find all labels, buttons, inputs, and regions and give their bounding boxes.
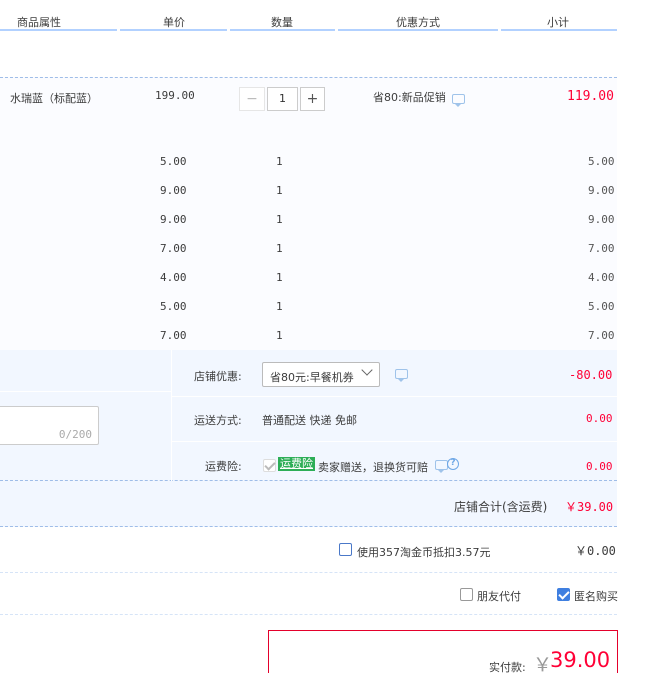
pay-label: 实付款:	[489, 661, 526, 673]
insurance-label: 运费险:	[205, 460, 242, 473]
subitem-subtotal: 7.00	[588, 242, 615, 255]
header-attr: 商品属性	[17, 16, 61, 29]
shipping-amount: 0.00	[586, 412, 613, 425]
coins-label: 使用357淘金币抵扣3.57元	[357, 546, 491, 559]
header-qty: 数量	[271, 16, 293, 29]
insurance-checkbox[interactable]	[263, 459, 276, 472]
friend-pay-checkbox[interactable]	[460, 588, 473, 601]
subitem-qty: 1	[276, 184, 283, 197]
divider	[0, 572, 617, 573]
subitem-price: 9.00	[160, 184, 187, 197]
qty-input[interactable]: 1	[267, 87, 298, 111]
header-discount: 优惠方式	[396, 16, 440, 29]
column-divider	[171, 350, 172, 481]
coins-checkbox[interactable]	[339, 543, 352, 556]
subitem-subtotal: 4.00	[588, 271, 615, 284]
shop-discount-select-value: 省80元:早餐机券	[270, 371, 354, 384]
header-separator	[335, 29, 338, 31]
subitem-subtotal: 9.00	[588, 184, 615, 197]
shop-total-label: 店铺合计(含运费)	[454, 500, 548, 514]
help-icon[interactable]: ?	[447, 458, 459, 470]
header-separator	[498, 29, 501, 31]
subitem-price: 5.00	[160, 300, 187, 313]
coins-value: ￥0.00	[575, 544, 616, 558]
row-divider	[172, 396, 617, 397]
subitem-qty: 1	[276, 271, 283, 284]
qty-minus-button[interactable]: −	[239, 87, 265, 111]
qty-plus-button[interactable]: +	[300, 87, 325, 111]
item-discount: 省80:新品促销	[373, 91, 446, 104]
shop-total-value: ￥39.00	[565, 500, 614, 514]
pay-summary-box: 实付款: ￥ 39.00	[268, 630, 618, 673]
subitem-subtotal: 9.00	[588, 213, 615, 226]
item-subtotal: 119.00	[567, 89, 614, 104]
item-price: 199.00	[155, 89, 195, 102]
row-divider	[172, 441, 617, 442]
divider	[0, 614, 617, 615]
subitem-qty: 1	[276, 329, 283, 342]
subitem-price: 7.00	[160, 242, 187, 255]
chevron-down-icon	[361, 364, 373, 376]
pay-amount: 39.00	[550, 648, 611, 672]
subitem-qty: 1	[276, 300, 283, 313]
message-textarea[interactable]: 0/200	[0, 406, 99, 445]
header-subtotal: 小计	[547, 16, 569, 29]
subitem-qty: 1	[276, 242, 283, 255]
header-separator	[117, 29, 120, 31]
subitem-price: 4.00	[160, 271, 187, 284]
table-header: 商品属性 单价 数量 优惠方式 小计	[0, 0, 617, 31]
header-separator	[227, 29, 230, 31]
anonymous-label: 匿名购买	[574, 590, 618, 603]
header-price: 单价	[163, 16, 185, 29]
insurance-amount: 0.00	[586, 460, 613, 473]
subitem-price: 7.00	[160, 329, 187, 342]
row-divider	[0, 391, 171, 392]
item-attr: 水瑞蓝（标配蓝）	[10, 92, 98, 105]
friend-pay-label: 朋友代付	[477, 590, 521, 603]
shop-discount-label: 店铺优惠:	[194, 370, 242, 383]
insurance-badge: 运费险	[278, 457, 315, 471]
insurance-text: 卖家赠送，退换货可赔	[318, 461, 428, 474]
subitem-qty: 1	[276, 213, 283, 226]
subitem-price: 5.00	[160, 155, 187, 168]
item-row	[0, 77, 617, 350]
subitem-subtotal: 5.00	[588, 300, 615, 313]
message-icon[interactable]	[435, 460, 448, 473]
shipping-label: 运送方式:	[194, 414, 242, 427]
shipping-value: 普通配送 快递 免邮	[262, 414, 357, 427]
subitem-subtotal: 5.00	[588, 155, 615, 168]
anonymous-checkbox[interactable]	[557, 588, 570, 601]
shop-discount-select[interactable]: 省80元:早餐机券	[262, 362, 380, 387]
subitem-price: 9.00	[160, 213, 187, 226]
message-counter: 0/200	[58, 428, 92, 441]
message-icon[interactable]	[452, 94, 465, 107]
subitem-subtotal: 7.00	[588, 329, 615, 342]
subitem-qty: 1	[276, 155, 283, 168]
message-icon[interactable]	[395, 369, 408, 382]
shop-discount-value: -80.00	[569, 368, 613, 382]
